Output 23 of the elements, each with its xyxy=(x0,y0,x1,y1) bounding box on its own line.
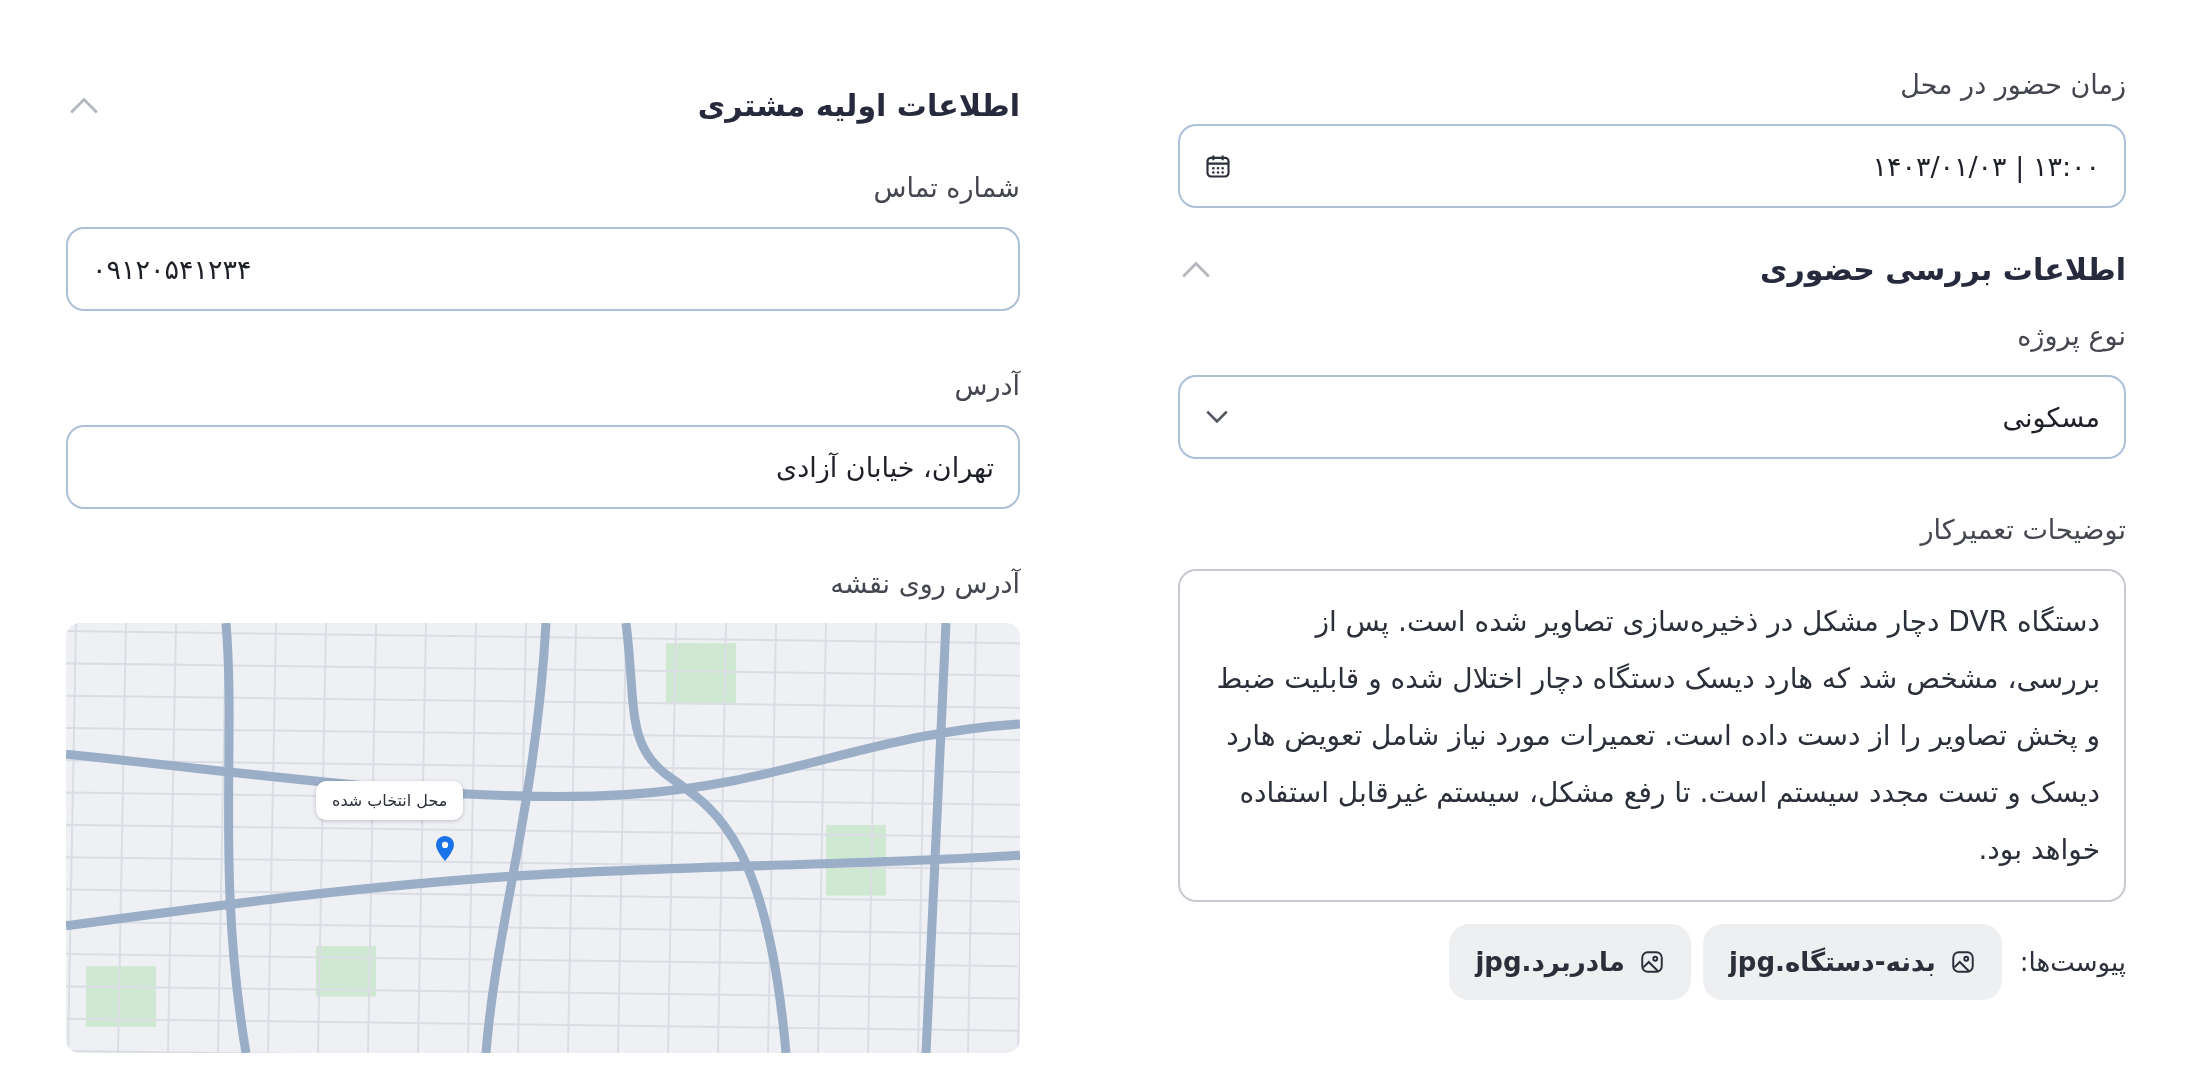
phone-input[interactable]: ۰۹۱۲۰۵۴۱۲۳۴ xyxy=(66,227,1020,311)
section-title: اطلاعات اولیه مشتری xyxy=(697,88,1020,123)
section-title: اطلاعات بررسی حضوری xyxy=(1760,252,2126,287)
map-popup: محل انتخاب شده xyxy=(316,781,464,820)
map-pin-icon[interactable] xyxy=(436,836,454,861)
field-label: آدرس روی نقشه xyxy=(829,567,1020,602)
image-icon xyxy=(1638,949,1665,975)
field-label: توضیحات تعمیرکار xyxy=(1918,513,2126,548)
field-label: شماره تماس xyxy=(872,171,1020,206)
attachment-chip[interactable]: بدنه-دستگاه.jpg xyxy=(1702,924,2002,1000)
description-field[interactable]: دستگاه DVR دچار مشکل در ذخیره‌سازی تصاویر شده است. پس از بررسی، مشخص شد که هارد دیسک دستگاه دچار اختلال شده و قابلیت ضبط و پخش تصاویر را از دست داده است. تعمیرات مورد نیاز شامل تعویض هارد دیسک و تست مجدد سیستم است. تا رفع مشکل، سیستم غیرقابل استفاده خواهد بود. xyxy=(1178,569,2126,902)
field-label: آدرس xyxy=(953,369,1020,404)
project-type-dropdown[interactable]: مسکونی xyxy=(1178,375,2126,459)
chevron-icon[interactable] xyxy=(1180,260,1212,279)
field-label: زمان حضور در محل xyxy=(1899,68,2126,103)
attachments-label: پیوست‌ها: xyxy=(2019,947,2126,977)
address-input[interactable]: تهران، خیابان آزادی xyxy=(66,425,1020,509)
attachment-chip[interactable]: مادربرد.jpg xyxy=(1449,924,1691,1000)
field-label: نوع پروژه xyxy=(2016,319,2126,354)
chevron-icon[interactable] xyxy=(68,96,100,115)
image-icon xyxy=(1949,949,1976,975)
chevron-down-icon xyxy=(1204,409,1230,425)
date-field[interactable]: ۱۳:۰۰ | ۱۴۰۳/۰۱/۰۳ xyxy=(1178,124,2126,208)
